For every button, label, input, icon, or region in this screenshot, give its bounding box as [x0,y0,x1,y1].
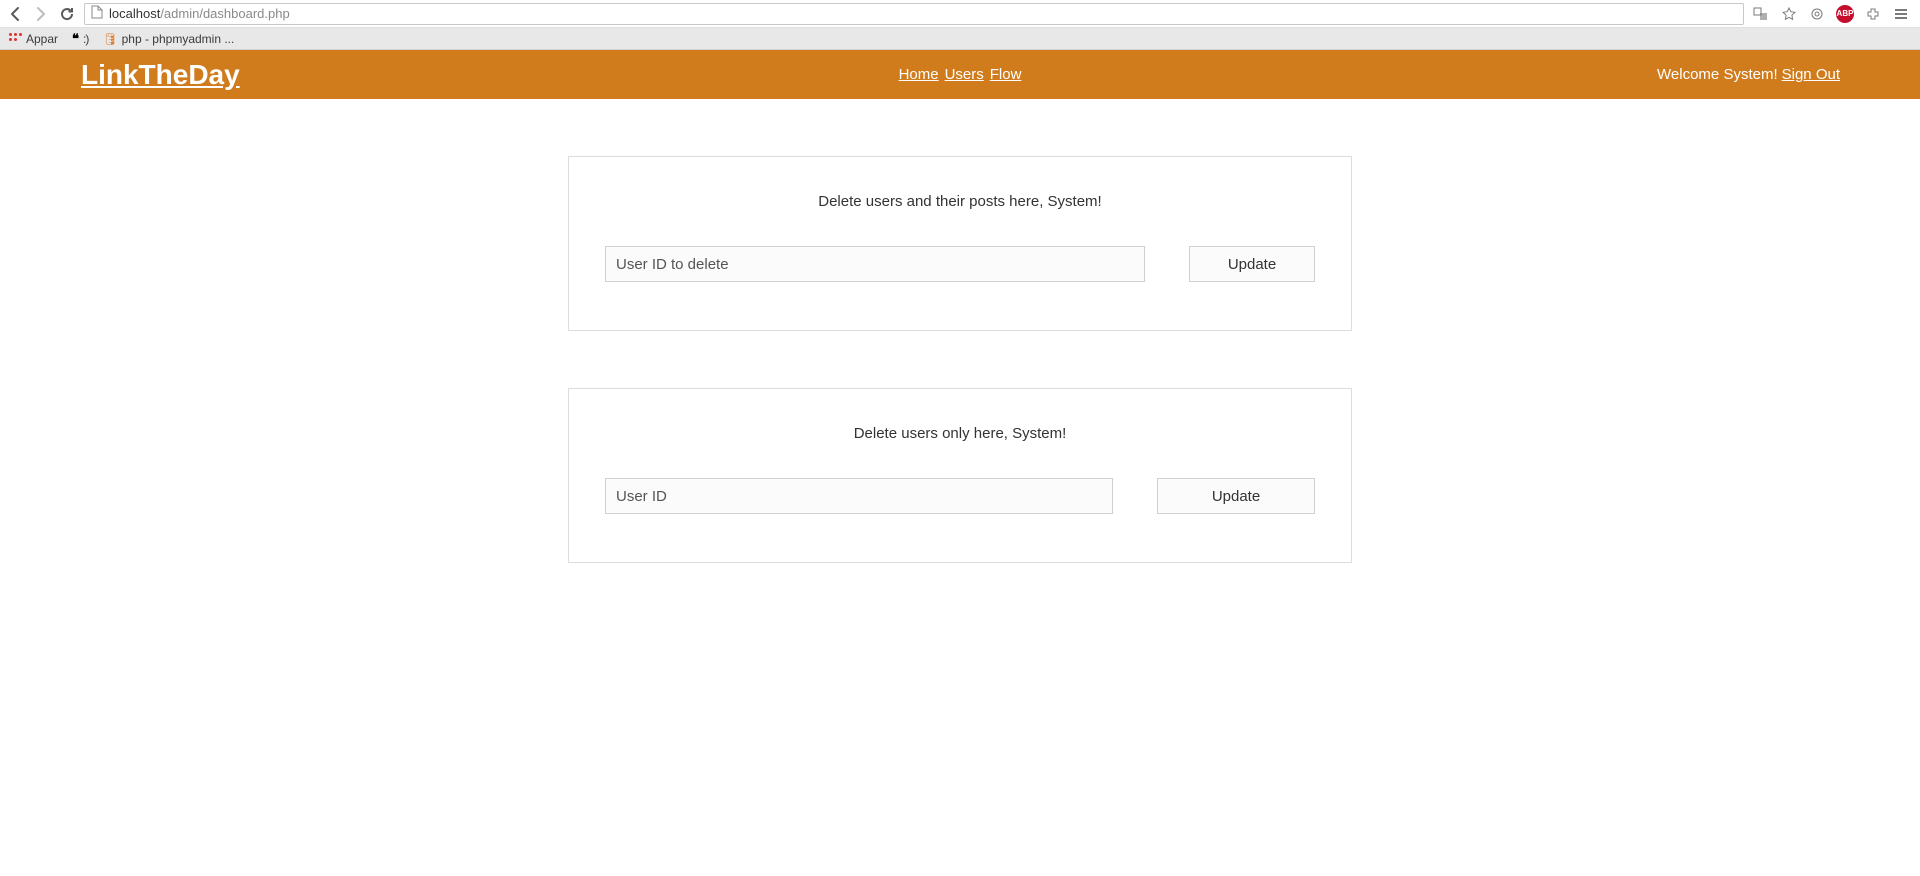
toolbar-right-icons: ABP [1752,5,1914,23]
site-header: LinkTheDay Home Users Flow Welcome Syste… [0,50,1920,99]
brand-link[interactable]: LinkTheDay [81,59,240,91]
bookmark-quotes[interactable]: ❝ :) [72,31,88,47]
star-icon[interactable] [1780,5,1798,23]
back-icon[interactable] [6,5,24,23]
nav-user-area: Welcome System! Sign Out [1657,66,1840,83]
update-button[interactable]: Update [1157,478,1315,514]
nav-flow[interactable]: Flow [990,66,1022,83]
signout-link[interactable]: Sign Out [1782,66,1840,83]
nav-home[interactable]: Home [899,66,939,83]
abp-icon[interactable]: ABP [1836,5,1854,23]
panel-title: Delete users only here, System! [605,425,1315,442]
forward-icon [32,5,50,23]
delete-users-only-panel: Delete users only here, System! Update [568,388,1352,563]
browser-chrome: localhost/admin/dashboard.php ABP [0,0,1920,50]
bookmark-label: php - phpmyadmin ... [122,32,235,46]
nav-users[interactable]: Users [945,66,984,83]
user-id-input[interactable] [605,478,1113,514]
gear-icon[interactable] [1808,5,1826,23]
apps-icon [8,32,22,46]
form-row: Update [605,246,1315,282]
url-host: localhost [109,6,160,21]
bookmarks-bar: Appar ❝ :) 🛢 php - phpmyadmin ... [0,28,1920,49]
url-path: /admin/dashboard.php [160,6,289,21]
user-id-delete-input[interactable] [605,246,1145,282]
delete-users-posts-panel: Delete users and their posts here, Syste… [568,156,1352,331]
main-content: Delete users and their posts here, Syste… [0,99,1920,563]
welcome-text: Welcome System! [1657,66,1778,83]
translate-icon[interactable] [1752,5,1770,23]
quotes-icon: ❝ [72,31,79,47]
bookmark-appar[interactable]: Appar [8,32,58,46]
form-row: Update [605,478,1315,514]
menu-icon[interactable] [1892,5,1910,23]
puzzle-icon[interactable] [1864,5,1882,23]
nav-links: Home Users Flow [899,66,1022,83]
url-text: localhost/admin/dashboard.php [109,6,290,21]
reload-icon[interactable] [58,5,76,23]
bookmark-label: :) [83,32,88,46]
phpmyadmin-icon: 🛢 [102,32,117,46]
bookmark-php[interactable]: 🛢 php - phpmyadmin ... [102,32,234,46]
address-bar[interactable]: localhost/admin/dashboard.php [84,3,1744,25]
page-icon [91,5,103,22]
toolbar: localhost/admin/dashboard.php ABP [0,0,1920,28]
panel-title: Delete users and their posts here, Syste… [605,193,1315,210]
update-button[interactable]: Update [1189,246,1315,282]
bookmark-label: Appar [26,32,58,46]
